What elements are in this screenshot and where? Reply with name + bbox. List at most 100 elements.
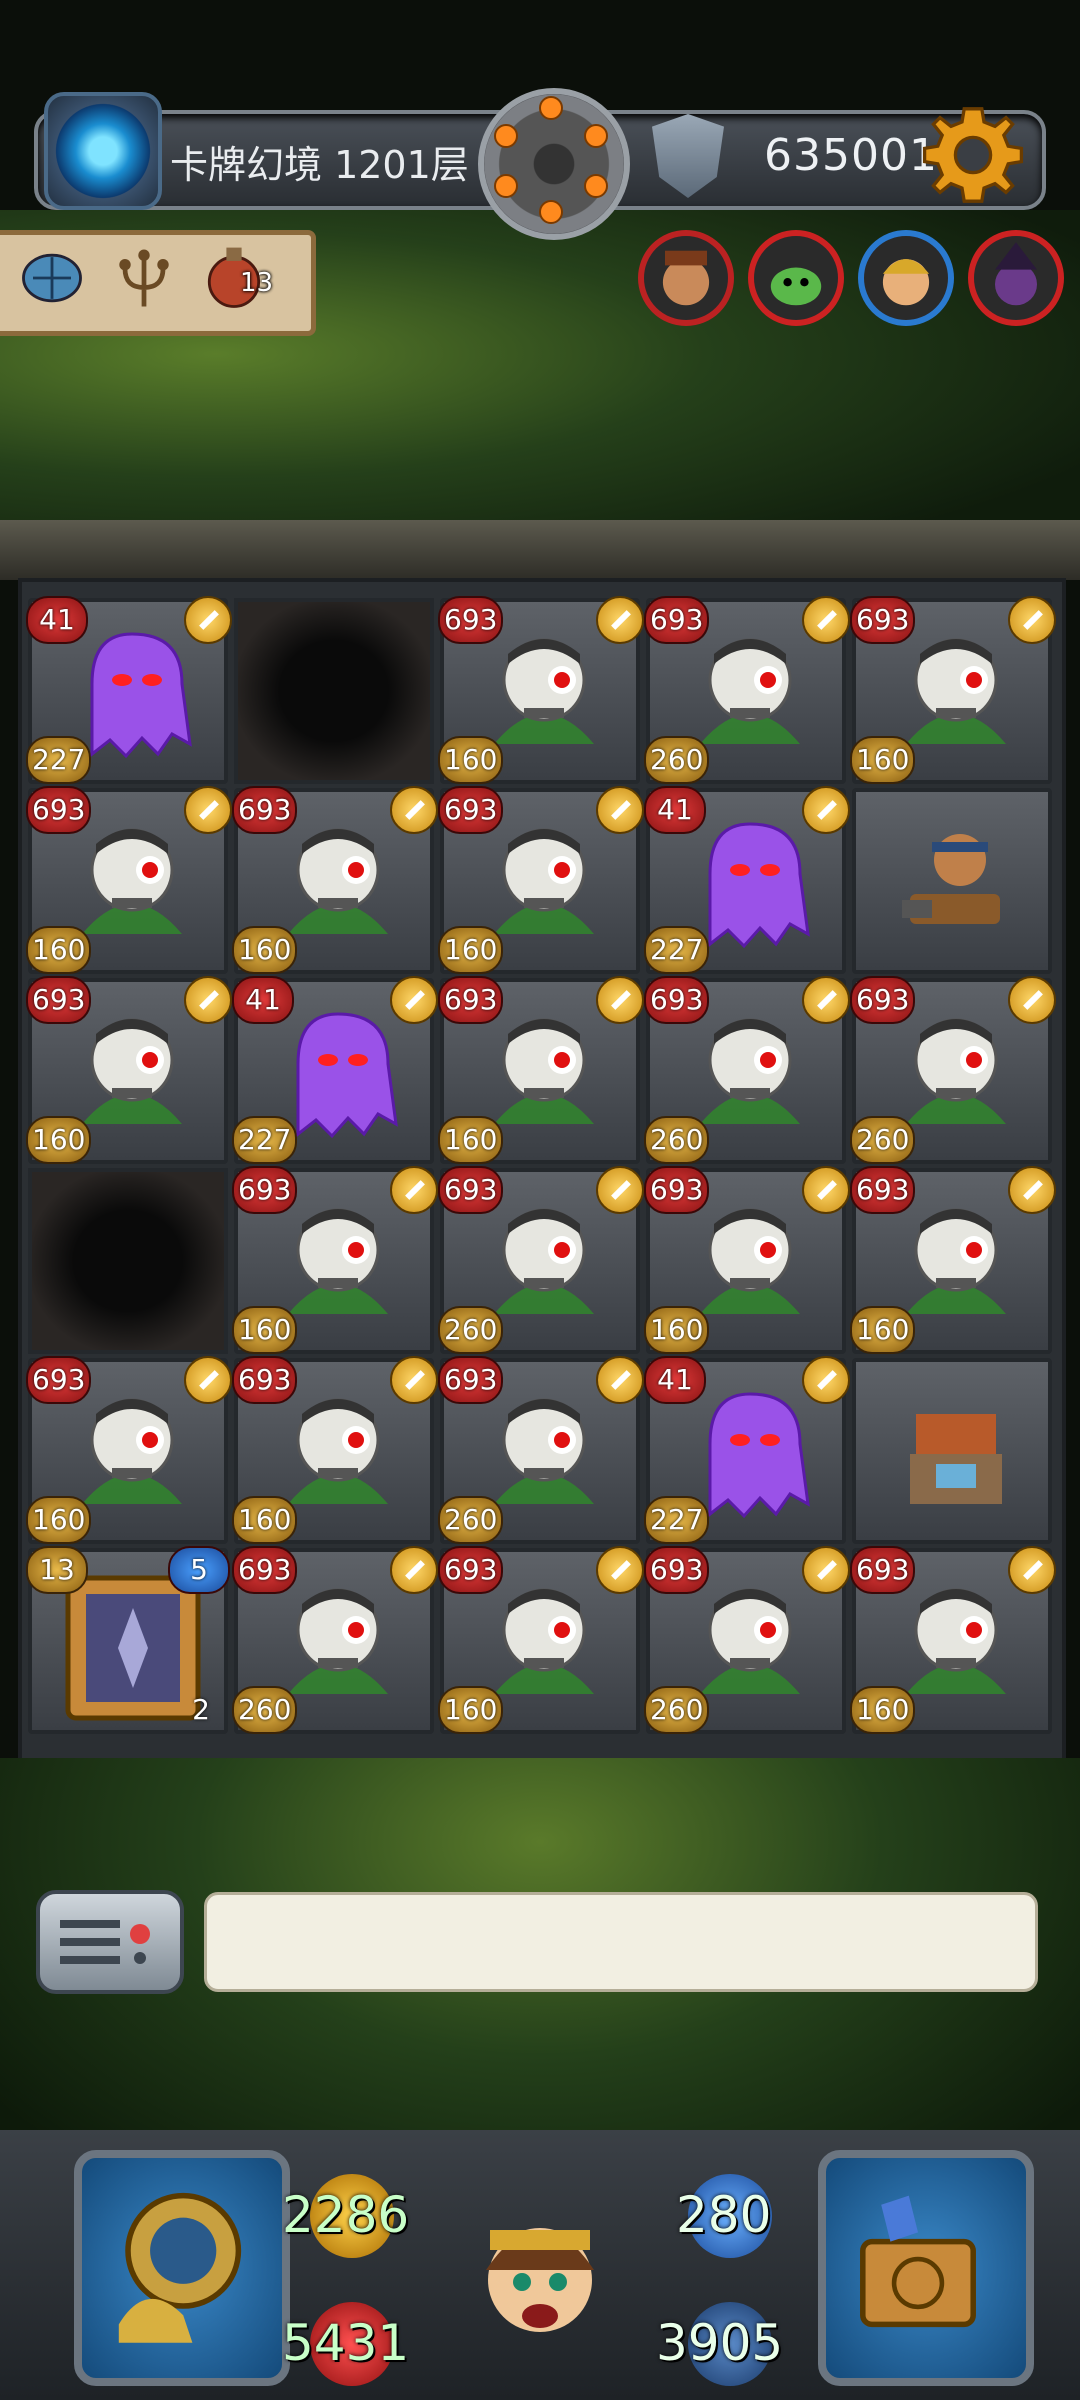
sword-icon bbox=[184, 976, 232, 1024]
monster-attack: 693 bbox=[26, 1356, 92, 1404]
board-cell-shop[interactable] bbox=[852, 1358, 1052, 1544]
board-cell-skeleton[interactable]: 693 160 bbox=[438, 976, 644, 1164]
monster-hp: 160 bbox=[232, 1496, 298, 1544]
board-cell-skeleton[interactable]: 693 160 bbox=[26, 786, 232, 974]
sword-icon bbox=[390, 1356, 438, 1404]
sword-icon bbox=[596, 976, 644, 1024]
monster-attack: 693 bbox=[232, 1166, 298, 1214]
skeleton-icon bbox=[494, 828, 594, 934]
candelabra-icon[interactable] bbox=[106, 240, 182, 316]
board-cell-skeleton[interactable]: 693 160 bbox=[232, 1356, 438, 1544]
ghost-icon bbox=[708, 822, 810, 949]
board-cell-hole[interactable] bbox=[234, 598, 434, 784]
monster-hp: 260 bbox=[438, 1306, 504, 1354]
board-cell-ghost[interactable]: 41 227 bbox=[26, 596, 232, 784]
monster-attack: 693 bbox=[438, 596, 504, 644]
sword-icon bbox=[596, 786, 644, 834]
board-cell-skeleton[interactable]: 693 160 bbox=[438, 1546, 644, 1734]
portrait-hero[interactable] bbox=[858, 230, 954, 326]
bomb-wheel-icon[interactable] bbox=[478, 88, 630, 240]
monster-hp: 260 bbox=[438, 1496, 504, 1544]
attack-value: 2286 bbox=[282, 2186, 410, 2244]
board-cell-skeleton[interactable]: 693 260 bbox=[644, 976, 850, 1164]
spellbook-icon bbox=[860, 2195, 976, 2328]
board-cell-skeleton[interactable]: 693 160 bbox=[850, 1546, 1056, 1734]
hero-icon bbox=[882, 259, 930, 306]
board-cell-skeleton[interactable]: 693 160 bbox=[438, 596, 644, 784]
skeleton-icon bbox=[494, 1018, 594, 1124]
board-cell-ghost[interactable]: 41 227 bbox=[232, 976, 438, 1164]
monster-attack: 41 bbox=[232, 976, 294, 1024]
skeleton-icon bbox=[288, 828, 388, 934]
skeleton-icon bbox=[82, 1018, 182, 1124]
player-hero-avatar[interactable] bbox=[460, 2170, 620, 2370]
shop-hut-icon bbox=[910, 1414, 1002, 1504]
board-cell-skeleton[interactable]: 693 160 bbox=[850, 596, 1056, 784]
board-cell-skeleton[interactable]: 693 160 bbox=[232, 1166, 438, 1354]
helmet-compass-icon bbox=[118, 2192, 242, 2343]
skeleton-icon bbox=[494, 1398, 594, 1504]
board-cell-door[interactable]: 13 5 2 bbox=[26, 1546, 230, 1734]
sword-icon bbox=[802, 976, 850, 1024]
skeleton-icon bbox=[494, 1588, 594, 1694]
portal-icon[interactable] bbox=[44, 92, 162, 210]
board-cell-skeleton[interactable]: 693 260 bbox=[644, 596, 850, 784]
portrait-dwarf[interactable] bbox=[638, 230, 734, 326]
portrait-slime[interactable] bbox=[748, 230, 844, 326]
monster-hp: 160 bbox=[26, 1116, 92, 1164]
monster-attack: 693 bbox=[438, 786, 504, 834]
board-cell-gunner[interactable] bbox=[852, 788, 1052, 974]
board-cell-skeleton[interactable]: 693 160 bbox=[26, 976, 232, 1164]
door-corner-number: 2 bbox=[192, 1693, 210, 1726]
board-cell-hole[interactable] bbox=[28, 1168, 228, 1354]
board-cell-skeleton[interactable]: 693 160 bbox=[850, 1166, 1056, 1354]
board-cell-ghost[interactable]: 41 227 bbox=[644, 786, 850, 974]
sword-icon bbox=[184, 786, 232, 834]
board-cell-skeleton[interactable]: 693 160 bbox=[644, 1166, 850, 1354]
board-cell-skeleton[interactable]: 693 260 bbox=[438, 1166, 644, 1354]
gear-icon[interactable] bbox=[918, 100, 1028, 210]
sword-icon bbox=[390, 1546, 438, 1594]
chat-message-box[interactable] bbox=[204, 1892, 1038, 1992]
dwarf-icon bbox=[662, 250, 710, 306]
health-value: 5431 bbox=[282, 2314, 410, 2372]
turtle-shell-icon[interactable] bbox=[14, 240, 90, 316]
gold-value: 3905 bbox=[656, 2314, 784, 2372]
board-cell-skeleton[interactable]: 693 260 bbox=[644, 1546, 850, 1734]
board-cell-skeleton[interactable]: 693 160 bbox=[232, 786, 438, 974]
sword-icon bbox=[802, 1166, 850, 1214]
chat-button[interactable] bbox=[36, 1890, 184, 1994]
skeleton-icon bbox=[906, 1208, 1006, 1314]
skeleton-icon bbox=[906, 1018, 1006, 1124]
sword-icon bbox=[390, 976, 438, 1024]
monster-attack: 693 bbox=[850, 1166, 916, 1214]
board-cell-skeleton[interactable]: 693 160 bbox=[438, 786, 644, 974]
monster-attack: 41 bbox=[26, 596, 88, 644]
skeleton-icon bbox=[700, 1588, 800, 1694]
board-cell-skeleton[interactable]: 693 260 bbox=[232, 1546, 438, 1734]
stone-ledge bbox=[0, 520, 1080, 580]
sword-icon bbox=[802, 1546, 850, 1594]
monster-hp: 227 bbox=[644, 926, 710, 974]
score-value: 635001 bbox=[764, 130, 938, 181]
board-cell-skeleton[interactable]: 693 260 bbox=[850, 976, 1056, 1164]
board-cell-skeleton[interactable]: 693 160 bbox=[26, 1356, 232, 1544]
skeleton-icon bbox=[700, 638, 800, 744]
monster-attack: 693 bbox=[438, 1546, 504, 1594]
board-cell-ghost[interactable]: 41 227 bbox=[644, 1356, 850, 1544]
monster-hp: 160 bbox=[850, 1686, 916, 1734]
monster-attack: 693 bbox=[26, 786, 92, 834]
skeleton-icon bbox=[700, 1018, 800, 1124]
spellbook-button[interactable] bbox=[818, 2150, 1034, 2386]
monster-hp: 160 bbox=[26, 1496, 92, 1544]
sword-icon bbox=[596, 1166, 644, 1214]
sword-icon bbox=[184, 596, 232, 644]
equipment-button[interactable] bbox=[74, 2150, 290, 2386]
monster-attack: 693 bbox=[232, 1356, 298, 1404]
sword-icon bbox=[802, 786, 850, 834]
monster-hp: 227 bbox=[232, 1116, 298, 1164]
portrait-witch[interactable] bbox=[968, 230, 1064, 326]
monster-attack: 693 bbox=[850, 596, 916, 644]
board-cell-skeleton[interactable]: 693 260 bbox=[438, 1356, 644, 1544]
skeleton-icon bbox=[82, 1398, 182, 1504]
